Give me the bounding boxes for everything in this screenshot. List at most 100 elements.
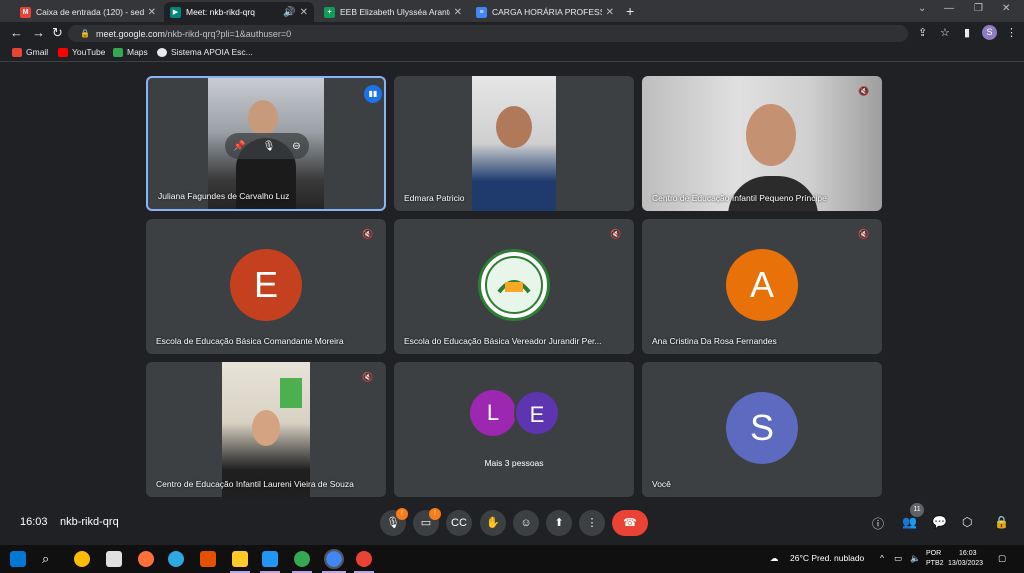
- sidepanel-icon[interactable]: ▮: [964, 26, 970, 39]
- meeting-time: 16:03: [20, 516, 48, 528]
- participant-tile[interactable]: 📌 🎙 ⊖ ▮▮ Juliana Fagundes de Carvalho Lu…: [146, 76, 386, 211]
- lock-icon: 🔒: [80, 29, 90, 38]
- close-icon[interactable]: ✕: [148, 7, 156, 18]
- tab-sheets[interactable]: + EEB Elizabeth Ulysséa Arantes.xls ✕: [318, 2, 468, 22]
- globe-icon: [157, 47, 167, 57]
- participant-tile[interactable]: 🔇 Centro de Educação Infantil Pequeno Pr…: [642, 76, 882, 211]
- search-icon[interactable]: ⌕: [42, 551, 58, 567]
- bookmark-gmail[interactable]: Gmail: [12, 47, 48, 57]
- app-icon[interactable]: [200, 551, 216, 567]
- input-language[interactable]: POR: [926, 550, 941, 557]
- chrome-icon[interactable]: [74, 551, 90, 567]
- chrome-icon[interactable]: [356, 551, 372, 567]
- back-icon[interactable]: ←: [10, 25, 23, 40]
- close-icon[interactable]: ✕: [454, 7, 462, 18]
- bookmark-label: YouTube: [72, 47, 106, 57]
- participant-avatar: L: [470, 390, 516, 436]
- people-icon[interactable]: 👥: [902, 515, 917, 529]
- participant-tile[interactable]: E 🔇 Escola de Educação Básica Comandante…: [146, 219, 386, 354]
- captions-button[interactable]: CC: [446, 510, 472, 536]
- file-explorer-icon[interactable]: [232, 551, 248, 567]
- participant-avatar: S: [726, 392, 798, 464]
- more-people-label: Mais 3 pessoas: [484, 458, 544, 468]
- document-icon[interactable]: [262, 551, 278, 567]
- tab-title: EEB Elizabeth Ulysséa Arantes.xls: [340, 7, 450, 17]
- tab-meet[interactable]: ▶ Meet: nkb-rikd-qrq 🔊 ✕: [164, 2, 314, 22]
- speaker-icon[interactable]: 🔊: [283, 7, 295, 18]
- keyboard-layout[interactable]: PTB2: [926, 560, 944, 567]
- tab-title: CARGA HORÁRIA PROFESSORES: [492, 7, 602, 17]
- reload-icon[interactable]: ↻: [52, 25, 63, 41]
- leave-call-button[interactable]: ☎: [612, 510, 648, 536]
- pin-icon[interactable]: 📌: [233, 141, 245, 152]
- participant-tile[interactable]: 🔇 Centro de Educação Infantil Laureni Vi…: [146, 362, 386, 497]
- tray-chevron-icon[interactable]: ^: [880, 553, 884, 563]
- sheets-icon: +: [324, 6, 335, 18]
- system-date[interactable]: 13/03/2023: [948, 560, 983, 567]
- url-field[interactable]: 🔒 meet.google.com /nkb-rikd-qrq?pli=1&au…: [68, 25, 908, 42]
- host-controls-icon[interactable]: 🔒: [994, 515, 1009, 529]
- gmail-icon: [12, 47, 22, 57]
- forward-icon[interactable]: →: [32, 25, 45, 40]
- participant-tile[interactable]: Edmara Patricio: [394, 76, 634, 211]
- restore-button[interactable]: ❐: [974, 3, 983, 14]
- participant-avatar: A: [726, 249, 798, 321]
- bookmark-maps[interactable]: Maps: [113, 47, 148, 57]
- participant-name: Centro de Educação Infantil Pequeno Prín…: [652, 193, 827, 203]
- weather-label[interactable]: 26°C Pred. nublado: [790, 553, 864, 563]
- mic-icon[interactable]: 🎙: [263, 141, 276, 152]
- windows-start-icon[interactable]: [10, 551, 26, 567]
- profile-avatar[interactable]: S: [982, 25, 997, 40]
- bookmark-star-icon[interactable]: ☆: [940, 26, 950, 39]
- info-icon[interactable]: ⓘ: [872, 515, 884, 532]
- browser-tab-strip: M Caixa de entrada (120) - seduc.le ✕ ▶ …: [0, 0, 1024, 22]
- chrome-icon[interactable]: [324, 549, 344, 569]
- tab-gmail[interactable]: M Caixa de entrada (120) - seduc.le ✕: [14, 2, 162, 22]
- minimize-button[interactable]: —: [944, 3, 954, 14]
- volume-icon[interactable]: 🔈: [910, 553, 921, 564]
- emoji-button[interactable]: ☺: [513, 510, 539, 536]
- mic-off-icon: 🔇: [858, 229, 870, 239]
- remove-icon[interactable]: ⊖: [292, 141, 300, 152]
- bookmark-apoia[interactable]: Sistema APOIA Esc...: [157, 47, 253, 57]
- weather-icon[interactable]: ☁: [770, 553, 779, 564]
- tab-title: Caixa de entrada (120) - seduc.le: [36, 7, 144, 17]
- share-icon[interactable]: ⇪: [918, 26, 927, 39]
- participant-tile[interactable]: 🔇 Escola do Educação Básica Vereador Jur…: [394, 219, 634, 354]
- participant-tile[interactable]: S Você: [642, 362, 882, 497]
- edge-icon[interactable]: [168, 551, 184, 567]
- network-icon[interactable]: ▭: [894, 553, 902, 564]
- close-window-button[interactable]: ✕: [1002, 3, 1010, 14]
- tab-search-icon[interactable]: ⌄: [918, 3, 926, 14]
- chat-icon[interactable]: 💬: [932, 515, 947, 529]
- bookmarks-bar: Gmail YouTube Maps Sistema APOIA Esc...: [0, 44, 1024, 62]
- bookmark-label: Maps: [127, 47, 148, 57]
- tab-title: Meet: nkb-rikd-qrq: [186, 7, 255, 17]
- bookmark-youtube[interactable]: YouTube: [58, 47, 105, 57]
- new-tab-button[interactable]: +: [626, 3, 634, 19]
- file-icon[interactable]: [106, 551, 122, 567]
- mic-off-icon: 🔇: [858, 86, 870, 96]
- raise-hand-button[interactable]: ✋: [480, 510, 506, 536]
- close-icon[interactable]: ✕: [606, 7, 614, 18]
- more-options-button[interactable]: ⋮: [579, 510, 605, 536]
- participant-name: Edmara Patricio: [404, 193, 465, 203]
- notifications-icon[interactable]: ▢: [998, 553, 1006, 564]
- meeting-grid: 📌 🎙 ⊖ ▮▮ Juliana Fagundes de Carvalho Lu…: [0, 63, 1024, 545]
- participant-name: Centro de Educação Infantil Laureni Viei…: [156, 479, 354, 489]
- participant-name: Você: [652, 479, 671, 489]
- close-icon[interactable]: ✕: [300, 7, 308, 18]
- meet-icon: ▶: [170, 6, 181, 18]
- tile-hover-controls[interactable]: 📌 🎙 ⊖: [225, 133, 309, 159]
- participant-tile[interactable]: A 🔇 Ana Cristina Da Rosa Fernandes: [642, 219, 882, 354]
- tab-docs[interactable]: ≡ CARGA HORÁRIA PROFESSORES ✕: [470, 2, 620, 22]
- participant-tile[interactable]: L E Mais 3 pessoas: [394, 362, 634, 497]
- bookmark-label: Gmail: [26, 47, 49, 57]
- present-button[interactable]: ⬆: [546, 510, 572, 536]
- activities-icon[interactable]: ⬡: [962, 515, 972, 529]
- system-time[interactable]: 16:03: [959, 550, 977, 557]
- alert-badge: !: [429, 508, 441, 520]
- firefox-icon[interactable]: [138, 551, 154, 567]
- chrome-icon[interactable]: [294, 551, 310, 567]
- menu-icon[interactable]: ⋮: [1006, 26, 1017, 39]
